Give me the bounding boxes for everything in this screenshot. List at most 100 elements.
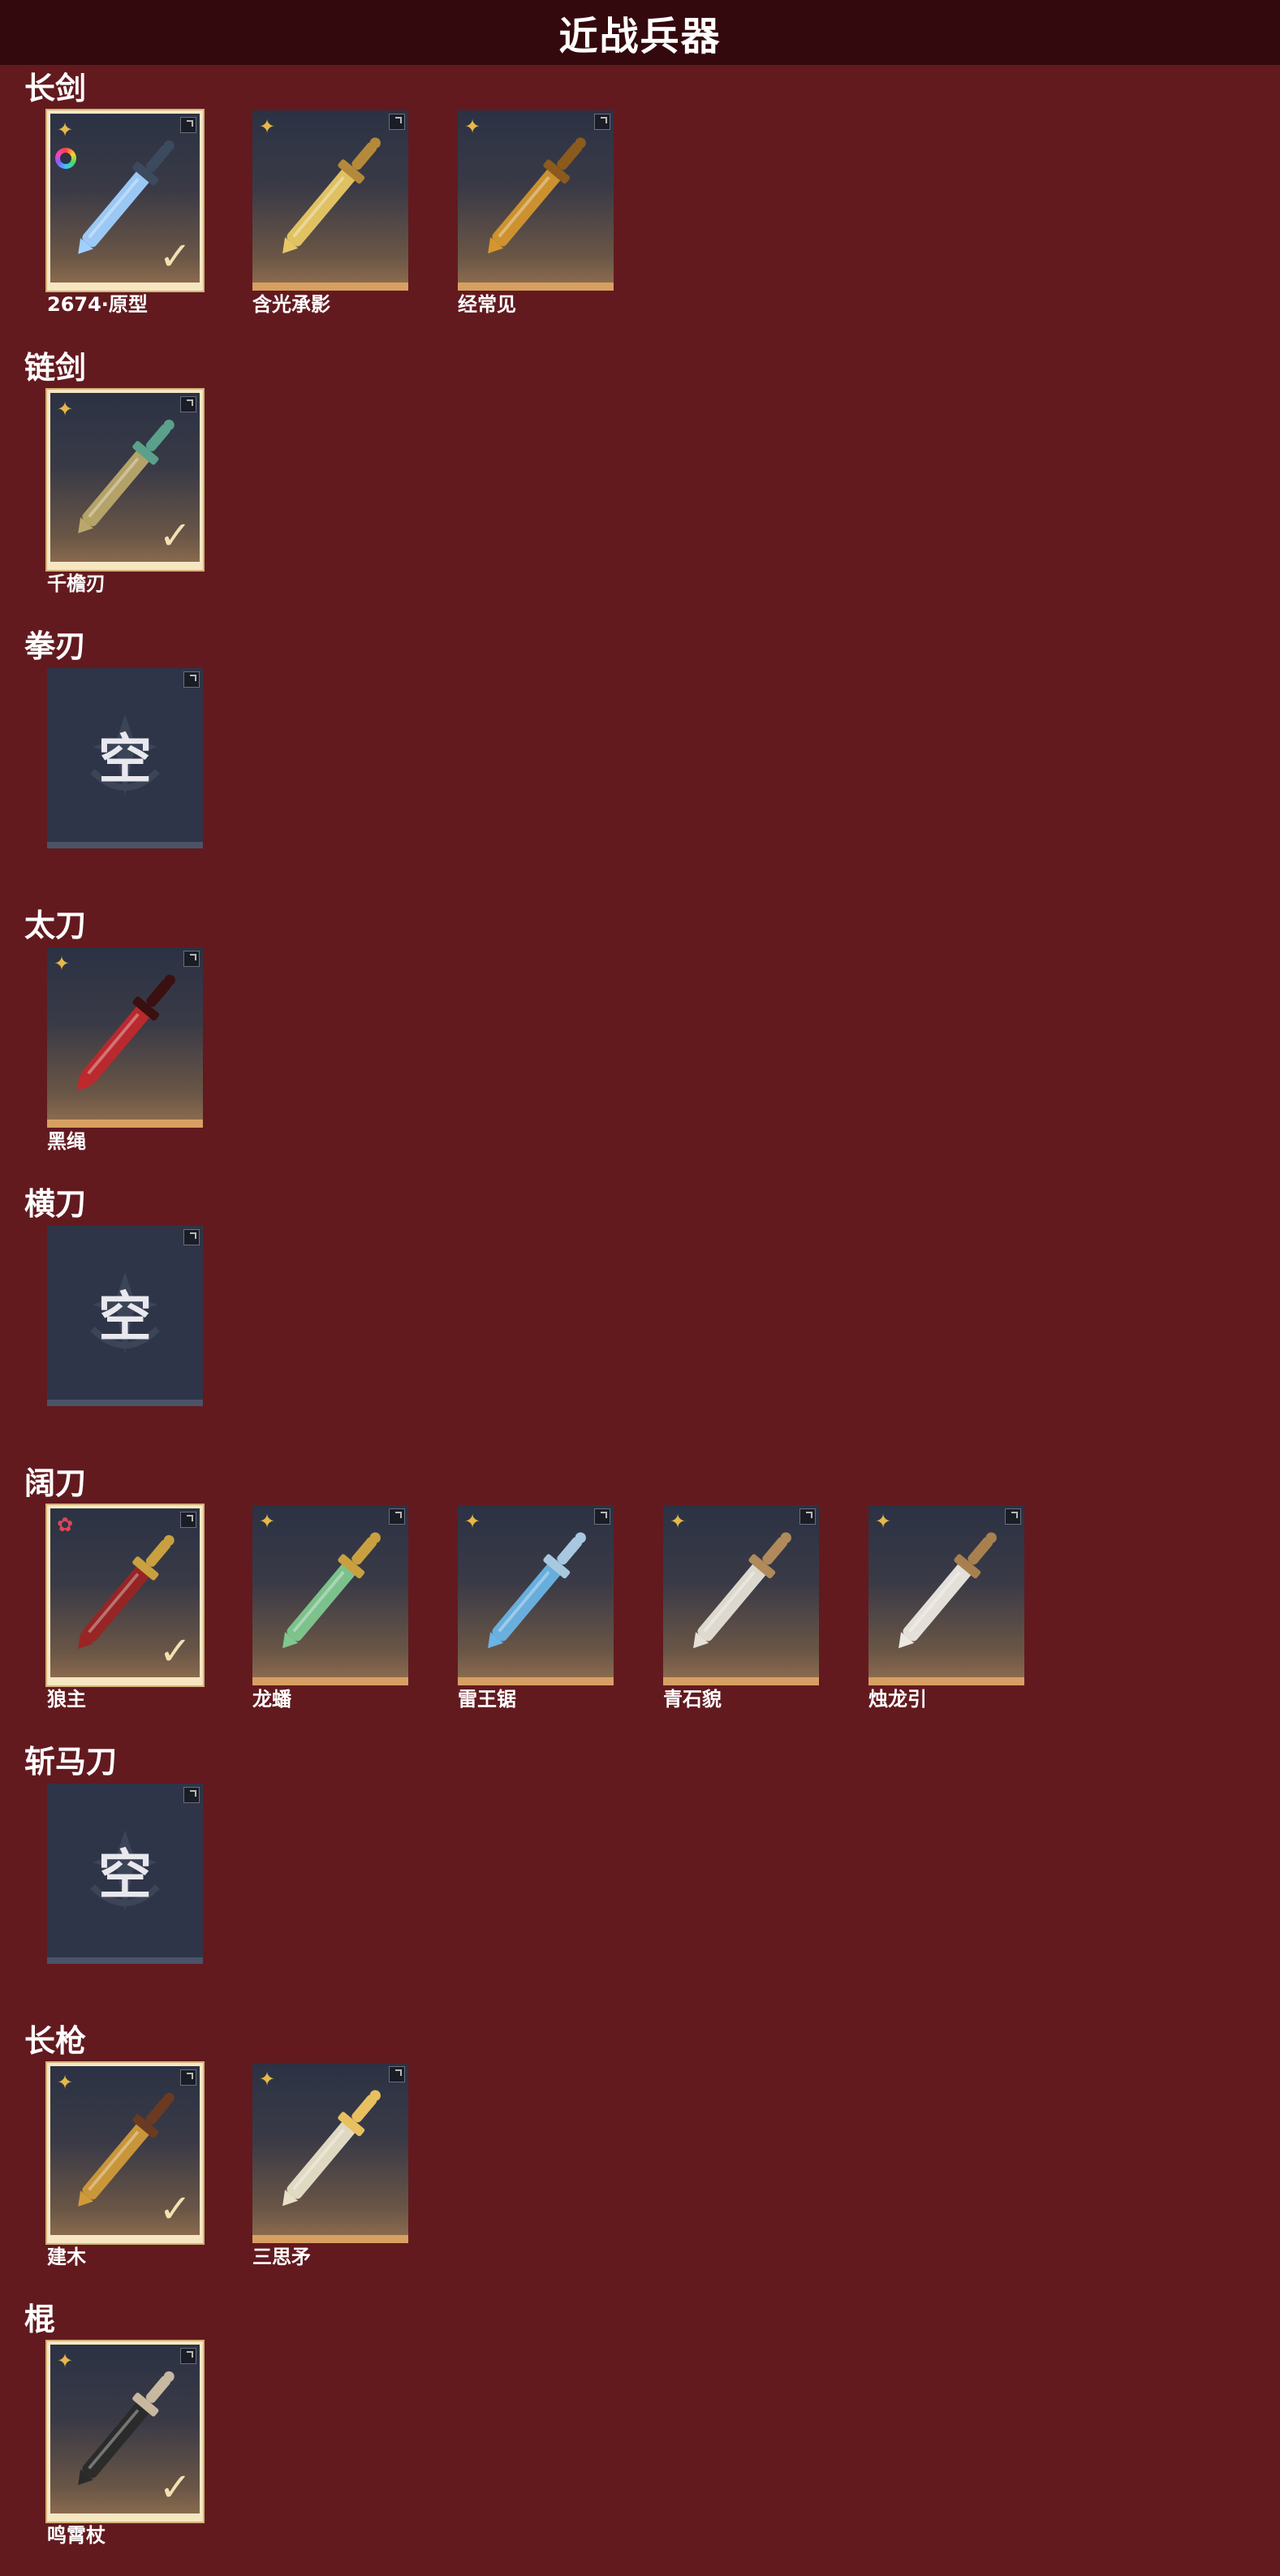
gold-star-icon: ✦ — [670, 1509, 687, 1533]
empty-slot-text: 空 — [98, 1844, 152, 1906]
expand-corner-icon[interactable] — [180, 1511, 196, 1528]
weapon-name: 经常见 — [458, 293, 516, 316]
weapon-tile[interactable]: ✦ ✓ — [47, 389, 203, 570]
weapon-card[interactable]: ✦ ✓ 千檐刃 — [47, 389, 203, 596]
weapon-category-section: 横刀空 — [0, 1184, 1280, 1452]
empty-weapon-slot[interactable]: 空 — [47, 668, 203, 848]
weapon-name: 青石貌 — [663, 1687, 722, 1711]
weapon-card[interactable]: ✦ ✓ 2674·原型 — [47, 110, 203, 317]
gold-star-icon: ✦ — [259, 115, 276, 138]
expand-corner-icon[interactable] — [183, 1787, 200, 1803]
weapon-tile[interactable]: ✦ — [252, 110, 408, 291]
weapon-card[interactable]: ✦ 雷王锯 — [458, 1504, 614, 1711]
weapon-tile[interactable]: ✦ — [47, 947, 203, 1128]
weapon-name: 含光承影 — [252, 293, 330, 316]
category-title: 长剑 — [24, 71, 87, 106]
weapon-tile[interactable]: ✦ — [252, 2062, 408, 2243]
checkmark-icon: ✓ — [158, 512, 192, 559]
weapon-name: 千檐刃 — [47, 572, 106, 595]
category-title: 横刀 — [24, 1186, 87, 1222]
weapon-name: 雷王锯 — [458, 1687, 516, 1711]
expand-corner-icon[interactable] — [183, 671, 200, 688]
weapon-category-section: 长枪 ✦ ✓ 建木 ✦ 三思矛 — [0, 2021, 1280, 2289]
expand-corner-icon[interactable] — [389, 2065, 405, 2082]
expand-corner-icon[interactable] — [183, 950, 200, 967]
gold-star-icon: ✦ — [57, 119, 74, 141]
checkmark-icon: ✓ — [158, 234, 192, 279]
weapon-name: 三思矛 — [252, 2245, 311, 2268]
expand-corner-icon[interactable] — [1005, 1508, 1021, 1525]
category-title: 阔刀 — [24, 1465, 87, 1501]
expand-corner-icon[interactable] — [180, 395, 196, 412]
gold-star-icon: ✦ — [259, 1509, 276, 1533]
expand-corner-icon[interactable] — [799, 1508, 816, 1525]
weapon-image — [488, 137, 586, 254]
gold-star-icon: ✦ — [54, 951, 71, 975]
page-title: 近战兵器 — [558, 14, 722, 59]
expand-corner-icon[interactable] — [180, 2348, 196, 2364]
weapon-name: 黑绳 — [47, 1129, 86, 1153]
weapon-tile[interactable]: ✦ — [868, 1504, 1024, 1685]
weapon-category-section: 斩马刀空 — [0, 1741, 1280, 2009]
weapon-image — [282, 137, 381, 254]
weapon-card[interactable]: ✦ 含光承影 — [252, 110, 408, 317]
gold-star-icon: ✦ — [57, 397, 74, 421]
weapon-tile[interactable]: ✦ ✓ — [47, 110, 203, 291]
weapon-image — [693, 1531, 791, 1648]
category-title: 太刀 — [24, 907, 87, 943]
weapon-image — [899, 1531, 997, 1648]
gold-star-icon: ✦ — [57, 2070, 74, 2094]
gold-star-icon: ✦ — [875, 1509, 892, 1533]
empty-weapon-slot[interactable]: 空 — [47, 1226, 203, 1406]
weapon-card[interactable]: ✦ 三思矛 — [252, 2062, 408, 2269]
weapon-card[interactable]: ✦ 经常见 — [458, 110, 614, 317]
weapon-tile[interactable]: ✦ — [458, 1504, 614, 1685]
weapon-card[interactable]: ✿ ✓ 狼主 — [47, 1504, 203, 1711]
expand-corner-icon[interactable] — [389, 114, 405, 130]
category-title: 链剑 — [24, 349, 87, 386]
gold-star-icon: ✦ — [464, 115, 481, 138]
category-title: 拳刃 — [24, 628, 87, 664]
weapon-name: 龙蟠 — [252, 1687, 291, 1711]
weapon-tile[interactable]: ✦ — [458, 110, 614, 291]
weapon-card[interactable]: ✦ ✓ 鸣霄杖 — [47, 2341, 203, 2548]
empty-weapon-slot[interactable]: 空 — [47, 1784, 203, 1964]
weapon-category-section: 阔刀 ✿ ✓ 狼主 ✦ 龙蟠 ✦ 雷王锯 ✦ 青石貌 ✦ 烛龙引 — [0, 1463, 1280, 1731]
weapon-card[interactable]: ✦ 烛龙引 — [868, 1504, 1024, 1711]
gold-star-icon: ✦ — [57, 2349, 74, 2372]
weapon-card[interactable]: ✦ 龙蟠 — [252, 1504, 408, 1711]
weapon-tile[interactable]: 空 — [47, 668, 203, 848]
checkmark-icon: ✓ — [158, 2465, 192, 2510]
weapon-tile[interactable]: ✦ ✓ — [47, 2062, 203, 2243]
page-header: 近战兵器 — [0, 0, 1280, 65]
expand-corner-icon[interactable] — [180, 117, 196, 133]
expand-corner-icon[interactable] — [180, 2069, 196, 2086]
weapon-category-section: 拳刃空 — [0, 626, 1280, 894]
weapon-card[interactable]: ✦ ✓ 建木 — [47, 2062, 203, 2269]
expand-corner-icon[interactable] — [594, 114, 610, 130]
gold-star-icon: ✦ — [464, 1509, 481, 1533]
category-title: 棍 — [24, 2302, 56, 2337]
weapon-category-section: 长剑 ✦ ✓ 2674·原型 ✦ 含光承影 ✦ 经常见 — [0, 68, 1280, 336]
weapon-card[interactable]: ✦ 黑绳 — [47, 947, 203, 1154]
expand-corner-icon[interactable] — [594, 1508, 610, 1525]
weapon-card[interactable]: ✦ 青石貌 — [663, 1504, 819, 1711]
weapon-tile[interactable]: 空 — [47, 1784, 203, 1964]
weapon-tile[interactable]: ✦ — [252, 1504, 408, 1685]
expand-corner-icon[interactable] — [389, 1508, 405, 1525]
weapon-name: 烛龙引 — [868, 1687, 927, 1711]
weapon-category-section: 链剑 ✦ ✓ 千檐刃 — [0, 347, 1280, 615]
weapon-name: 2674·原型 — [47, 293, 148, 316]
expand-corner-icon[interactable] — [183, 1229, 200, 1245]
checkmark-icon: ✓ — [158, 2186, 192, 2232]
weapon-tile[interactable]: ✦ ✓ — [47, 2341, 203, 2522]
empty-slot-text: 空 — [98, 728, 152, 791]
weapon-name: 建木 — [47, 2245, 86, 2268]
weapon-name: 鸣霄杖 — [47, 2524, 106, 2547]
weapon-tile[interactable]: ✦ — [663, 1504, 819, 1685]
weapon-tile[interactable]: 空 — [47, 1226, 203, 1406]
weapon-tile[interactable]: ✿ ✓ — [47, 1504, 203, 1685]
weapon-image — [282, 1531, 381, 1648]
category-title: 斩马刀 — [24, 1744, 118, 1780]
dye-color-icon — [55, 148, 76, 169]
